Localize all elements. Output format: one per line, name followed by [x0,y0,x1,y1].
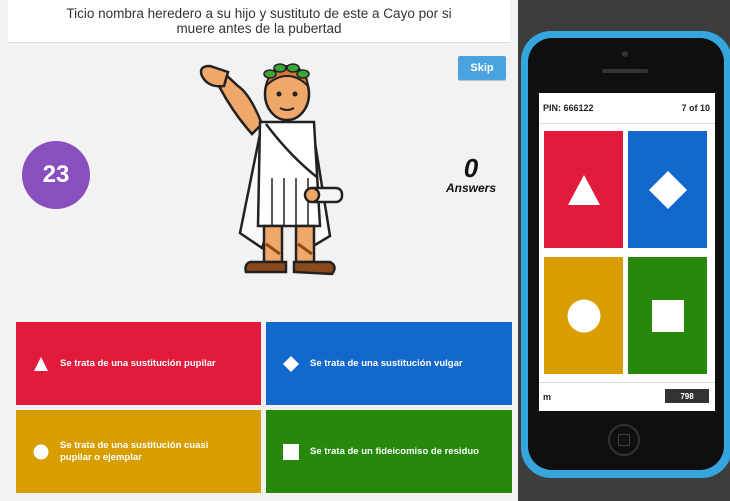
answer-label: Se trata de una sustitución pupilar [60,357,216,369]
player-score: 798 [665,389,709,403]
question-text: Ticio nombra heredero a su hijo y sustit… [66,6,452,36]
answer-option-yellow[interactable]: Se trata de una sustitución cuasi pupila… [16,410,261,493]
question-progress: 7 of 10 [681,103,710,113]
player-nickname: m [543,392,552,402]
diamond-icon [283,355,299,372]
circle-icon [33,444,49,460]
game-pin: PIN: 666122 [543,103,594,113]
square-icon [651,299,684,332]
answer-label: Se trata de un fideicomiso de residuo [310,445,479,457]
diamond-icon [648,170,687,209]
camera-icon [622,51,628,57]
answers-count-label: Answers [445,181,497,195]
speaker-grille [602,69,648,73]
phone-home-button[interactable] [608,424,640,456]
home-square-icon [618,434,630,446]
roman-emperor-illustration [199,63,344,276]
answer-option-green[interactable]: Se trata de un fideicomiso de residuo [266,410,512,493]
countdown-timer: 23 [22,141,90,209]
question-bar: Ticio nombra heredero a su hijo y sustit… [8,0,510,43]
phone-status-bar: PIN: 666122 7 of 10 [539,93,715,124]
answer-option-blue[interactable]: Se trata de una sustitución vulgar [266,322,512,405]
phone-answer-diamond[interactable] [628,131,707,248]
answers-counter: 0 Answers [436,155,506,195]
phone-answer-circle[interactable] [544,257,623,374]
triangle-icon [33,356,49,372]
phone-footer: m 798 [539,382,715,412]
answer-label: Se trata de una sustitución cuasi pupila… [60,439,209,463]
phone-screen: PIN: 666122 7 of 10 m 798 [539,93,715,411]
phone-answer-triangle[interactable] [544,131,623,248]
skip-button[interactable]: Skip [458,56,506,80]
answers-count-value: 0 [463,153,479,183]
phone-answer-square[interactable] [628,257,707,374]
triangle-icon [567,174,600,205]
answer-option-red[interactable]: Se trata de una sustitución pupilar [16,322,261,405]
host-screen: Ticio nombra heredero a su hijo y sustit… [0,0,518,501]
square-icon [283,443,299,460]
circle-icon [567,299,600,332]
answer-label: Se trata de una sustitución vulgar [310,357,463,369]
